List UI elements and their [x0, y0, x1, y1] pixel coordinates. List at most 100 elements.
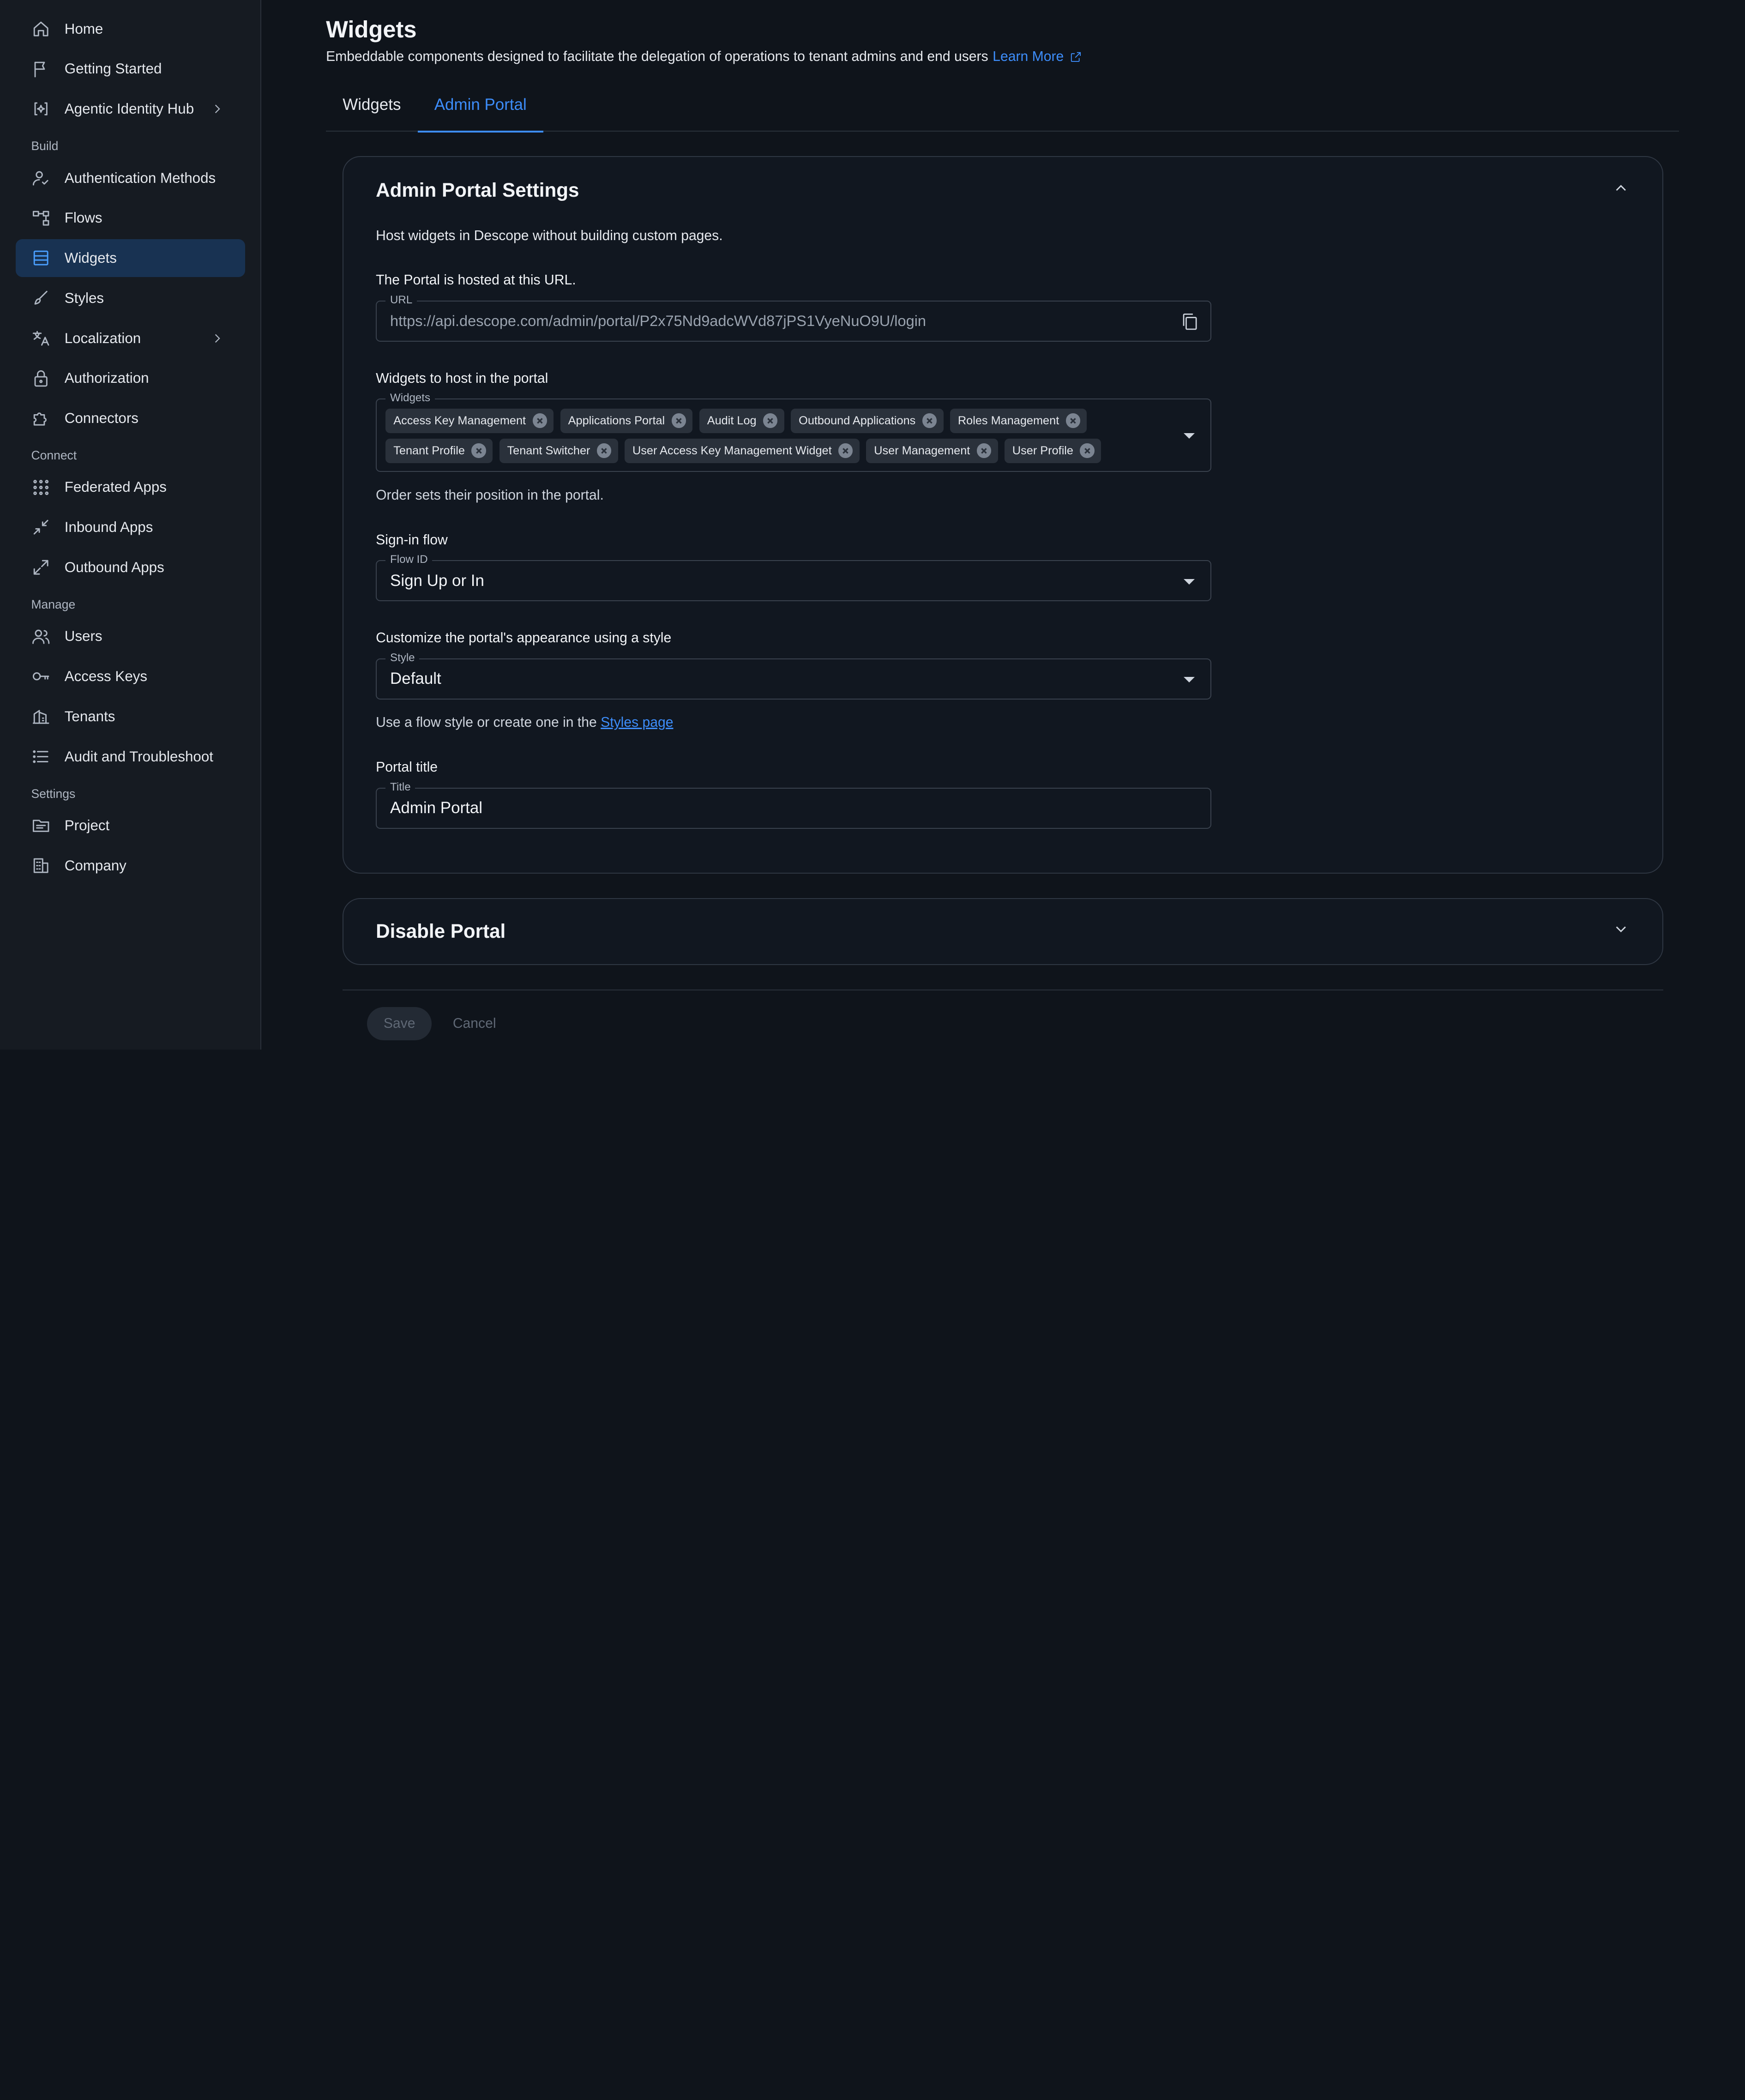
sidebar-item-authorization[interactable]: Authorization — [16, 359, 245, 397]
sidebar-item-inbound-apps[interactable]: Inbound Apps — [16, 508, 245, 546]
puzzle-icon — [31, 408, 51, 428]
styles-page-link[interactable]: Styles page — [601, 715, 673, 730]
sidebar-item-company[interactable]: Company — [16, 847, 245, 885]
sidebar-item-localization[interactable]: Localization — [16, 320, 245, 357]
sidebar-item-federated-apps[interactable]: Federated Apps — [16, 468, 245, 506]
authentication-icon — [31, 168, 51, 188]
caret-down-icon[interactable] — [1184, 579, 1195, 585]
tab-widgets[interactable]: Widgets — [326, 83, 418, 131]
copy-icon[interactable] — [1179, 312, 1199, 336]
flow-id-select[interactable]: Flow ID Sign Up or In — [376, 553, 1212, 602]
widget-chip-label: User Profile — [1012, 444, 1074, 457]
section-label-connect: Connect — [31, 448, 77, 463]
style-section-label: Customize the portal's appearance using … — [376, 630, 672, 646]
widget-chip[interactable]: User Management — [866, 438, 998, 463]
disable-portal-card[interactable]: Disable Portal — [343, 898, 1663, 965]
remove-chip-icon[interactable] — [1065, 413, 1080, 428]
sidebar-item-label: Access Keys — [64, 668, 148, 685]
style-value: Default — [390, 670, 441, 688]
sidebar-item-tenants[interactable]: Tenants — [16, 698, 245, 736]
sidebar-item-styles[interactable]: Styles — [16, 279, 245, 317]
widget-chip[interactable]: Applications Portal — [560, 408, 693, 433]
remove-chip-icon[interactable] — [532, 413, 547, 428]
widget-chip[interactable]: User Profile — [1005, 438, 1101, 463]
sidebar-item-connectors[interactable]: Connectors — [16, 399, 245, 437]
tabs-bar: Widgets Admin Portal — [326, 83, 1679, 133]
chevron-down-icon[interactable] — [1612, 920, 1630, 943]
chevron-up-icon[interactable] — [1612, 179, 1630, 202]
caret-down-icon[interactable] — [1184, 677, 1195, 683]
style-helper-text: Use a flow style or create one in the St… — [376, 715, 1630, 730]
agentic-hub-icon — [31, 99, 51, 119]
remove-chip-icon[interactable] — [1080, 443, 1095, 458]
page-subtitle: Embeddable components designed to facili… — [326, 49, 1745, 65]
sidebar-item-label: Home — [64, 20, 103, 37]
sidebar-item-agentic-identity-hub[interactable]: Agentic Identity Hub — [16, 90, 245, 128]
widgets-helper-text: Order sets their position in the portal. — [376, 488, 604, 503]
footer-actions: Save Cancel — [367, 1007, 1745, 1041]
flow-id-legend: Flow ID — [385, 553, 433, 567]
remove-chip-icon[interactable] — [838, 443, 853, 458]
sidebar-item-label: Federated Apps — [64, 479, 167, 495]
sidebar-item-project[interactable]: Project — [16, 807, 245, 845]
style-legend: Style — [385, 651, 420, 665]
widget-chip-label: User Management — [874, 444, 970, 457]
section-label-settings: Settings — [31, 786, 76, 801]
remove-chip-icon[interactable] — [922, 413, 937, 428]
sidebar-item-getting-started[interactable]: Getting Started — [16, 50, 245, 88]
sidebar-item-label: Audit and Troubleshoot — [64, 748, 213, 765]
sidebar-item-widgets[interactable]: Widgets — [15, 239, 245, 277]
brush-icon — [31, 288, 51, 308]
portal-title-input[interactable]: Title Admin Portal — [376, 780, 1212, 829]
widget-chip[interactable]: Audit Log — [699, 408, 784, 433]
remove-chip-icon[interactable] — [471, 443, 486, 458]
portal-url-field[interactable]: URL https://api.descope.com/admin/portal… — [376, 294, 1212, 342]
settings-card-header[interactable]: Admin Portal Settings — [376, 157, 1630, 224]
title-legend: Title — [385, 780, 415, 794]
external-link-icon — [1071, 52, 1081, 62]
main-content: Widgets Embeddable components designed t… — [261, 0, 1745, 1050]
remove-chip-icon[interactable] — [763, 413, 778, 428]
sidebar-item-label: Company — [64, 857, 126, 874]
list-icon — [31, 747, 51, 766]
sidebar-item-access-keys[interactable]: Access Keys — [16, 658, 245, 695]
widgets-multiselect[interactable]: Widgets Access Key Management Application… — [376, 392, 1212, 472]
sidebar-item-outbound-apps[interactable]: Outbound Apps — [16, 549, 245, 586]
widget-chip[interactable]: Outbound Applications — [791, 408, 944, 433]
remove-chip-icon[interactable] — [596, 443, 612, 458]
sidebar-item-label: Localization — [64, 330, 141, 346]
section-label-build: Build — [31, 139, 59, 153]
remove-chip-icon[interactable] — [671, 413, 686, 428]
page-title: Widgets — [326, 16, 417, 42]
admin-portal-settings-card: Admin Portal Settings Host widgets in De… — [343, 156, 1663, 874]
cancel-button[interactable]: Cancel — [453, 1016, 496, 1032]
sidebar-item-audit-and-troubleshoot[interactable]: Audit and Troubleshoot — [16, 738, 245, 776]
widget-chip[interactable]: Tenant Switcher — [499, 438, 618, 463]
style-helper-prefix: Use a flow style or create one in the — [376, 715, 601, 730]
widget-chip[interactable]: Tenant Profile — [385, 438, 493, 463]
buildings-icon — [31, 706, 51, 726]
widget-chip[interactable]: User Access Key Management Widget — [625, 438, 860, 463]
portal-url-value: https://api.descope.com/admin/portal/P2x… — [390, 313, 927, 330]
widgets-legend: Widgets — [385, 392, 435, 405]
widget-chip[interactable]: Access Key Management — [385, 408, 554, 433]
settings-card-title: Admin Portal Settings — [376, 179, 579, 201]
learn-more-link[interactable]: Learn More — [993, 49, 1083, 65]
sidebar-item-home[interactable]: Home — [16, 10, 245, 48]
lock-icon — [31, 368, 51, 388]
title-section-label: Portal title — [376, 760, 438, 775]
key-icon — [31, 666, 51, 686]
sidebar-item-flows[interactable]: Flows — [16, 199, 245, 237]
widget-chip[interactable]: Roles Management — [950, 408, 1087, 433]
learn-more-label: Learn More — [993, 49, 1064, 65]
save-button[interactable]: Save — [367, 1007, 432, 1041]
sidebar-item-label: Flows — [64, 210, 102, 226]
style-select[interactable]: Style Default — [376, 651, 1212, 700]
tab-admin-portal[interactable]: Admin Portal — [417, 83, 543, 133]
sidebar-item-authentication-methods[interactable]: Authentication Methods — [16, 159, 245, 197]
remove-chip-icon[interactable] — [976, 443, 992, 458]
grid-icon — [31, 477, 51, 497]
caret-down-icon[interactable] — [1184, 433, 1195, 439]
sidebar-item-users[interactable]: Users — [16, 617, 245, 655]
company-icon — [31, 856, 51, 875]
